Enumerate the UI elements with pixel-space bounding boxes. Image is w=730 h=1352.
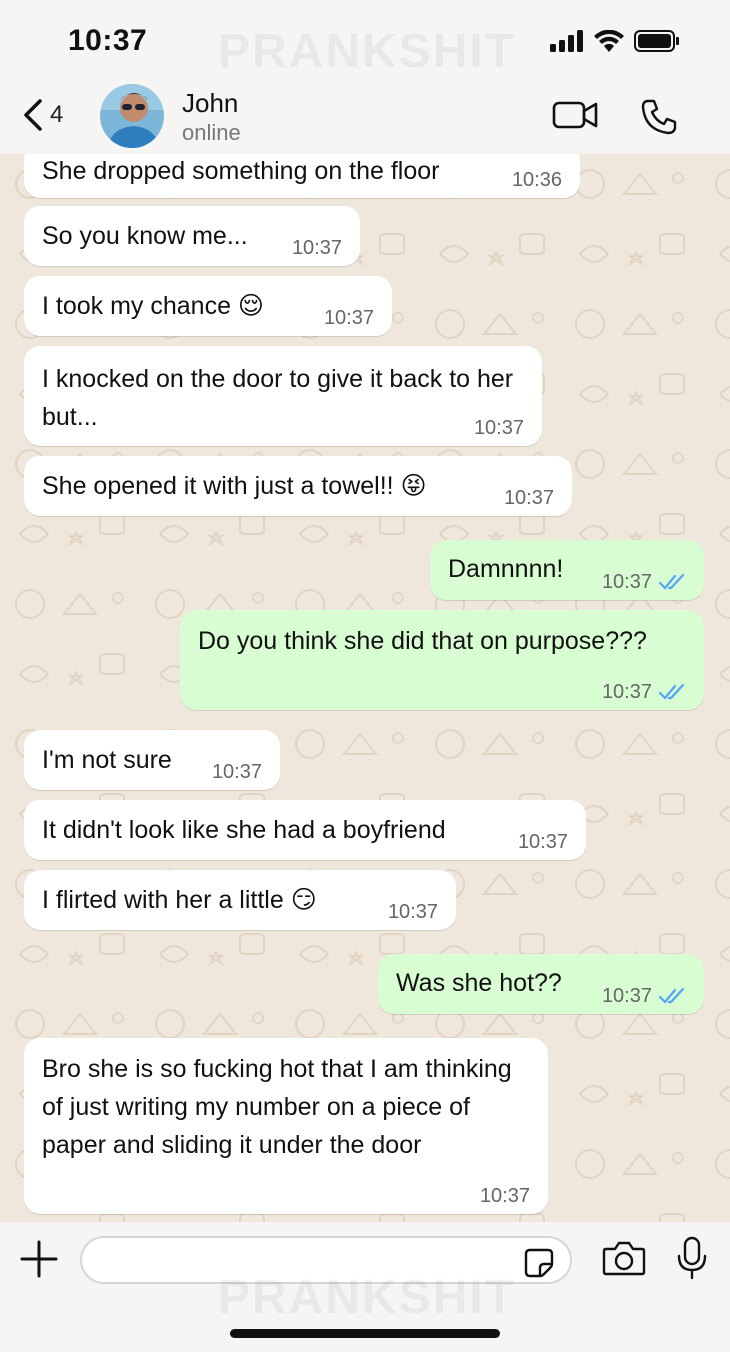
status-bar: 10:37 [0, 0, 730, 84]
message-text: Was she hot?? [396, 969, 562, 997]
message-text: Bro she is so fucking hot that I am thin… [42, 1055, 512, 1159]
message-time: 10:37 [503, 487, 554, 509]
message-text: She opened it with just a towel!! 😝 [42, 472, 427, 500]
phone-call-icon[interactable] [640, 98, 678, 136]
message-text: I'm not sure [42, 746, 172, 774]
message-text: She dropped something on the floor [42, 157, 440, 185]
contact-status: online [182, 120, 241, 145]
message-incoming[interactable]: I'm not sure 10:37 [24, 730, 280, 790]
message-time: 10:37 [517, 831, 568, 853]
message-text: So you know me... [42, 222, 248, 250]
sticker-icon[interactable] [524, 1248, 554, 1278]
message-input[interactable] [80, 1236, 572, 1284]
chat-area[interactable]: PRANKSHIT She dropped something on the f… [0, 154, 730, 1222]
message-time: 10:37 [211, 761, 262, 783]
message-text: Do you think she did that on purpose??? [198, 627, 647, 655]
message-incoming[interactable]: I knocked on the door to give it back to… [24, 346, 542, 446]
message-time: 10:37 [479, 1185, 530, 1207]
chat-header: 4 John online [0, 84, 730, 154]
message-time: 10:37 [601, 681, 652, 703]
video-call-icon[interactable] [552, 98, 598, 132]
message-outgoing[interactable]: Damnnnn! 10:37 [430, 540, 704, 600]
message-text: I took my chance 😌 [42, 292, 264, 320]
message-time: 10:37 [601, 985, 652, 1007]
double-check-icon [658, 573, 685, 590]
message-text: I flirted with her a little 😏 [42, 886, 317, 914]
status-time: 10:37 [68, 24, 148, 57]
home-indicator[interactable] [230, 1329, 500, 1338]
message-time: 10:37 [291, 237, 342, 259]
message-incoming[interactable]: I flirted with her a little 😏 10:37 [24, 870, 456, 930]
message-incoming[interactable]: Bro she is so fucking hot that I am thin… [24, 1038, 548, 1214]
double-check-icon [658, 987, 685, 1004]
plus-icon[interactable] [18, 1238, 60, 1280]
back-button[interactable]: 4 [22, 98, 63, 132]
message-incoming[interactable]: She opened it with just a towel!! 😝 10:3… [24, 456, 572, 516]
microphone-icon[interactable] [676, 1236, 708, 1280]
message-outgoing[interactable]: Do you think she did that on purpose??? … [180, 610, 704, 710]
message-incoming[interactable]: I took my chance 😌 10:37 [24, 276, 392, 336]
wifi-icon [594, 30, 624, 52]
message-incoming[interactable]: It didn't look like she had a boyfriend … [24, 800, 586, 860]
message-time: 10:37 [387, 901, 438, 923]
message-time: 10:37 [323, 307, 374, 329]
chevron-left-icon [24, 99, 42, 131]
message-outgoing[interactable]: Was she hot?? 10:37 [378, 954, 704, 1014]
message-text: It didn't look like she had a boyfriend [42, 816, 446, 844]
unread-count: 4 [50, 101, 64, 128]
message-incoming[interactable]: She dropped something on the floor 10:36 [24, 154, 580, 198]
message-text: I knocked on the door to give it back to… [42, 365, 514, 431]
camera-icon[interactable] [602, 1240, 646, 1276]
avatar[interactable] [100, 84, 164, 148]
battery-icon [634, 30, 679, 52]
message-time: 10:37 [473, 417, 524, 439]
signal-icon [550, 30, 583, 52]
message-incoming[interactable]: So you know me... 10:37 [24, 206, 360, 266]
message-text: Damnnnn! [448, 555, 564, 583]
contact-name[interactable]: John [182, 88, 238, 119]
message-time: 10:37 [601, 571, 652, 593]
message-time: 10:36 [511, 169, 562, 191]
double-check-icon [658, 683, 685, 700]
